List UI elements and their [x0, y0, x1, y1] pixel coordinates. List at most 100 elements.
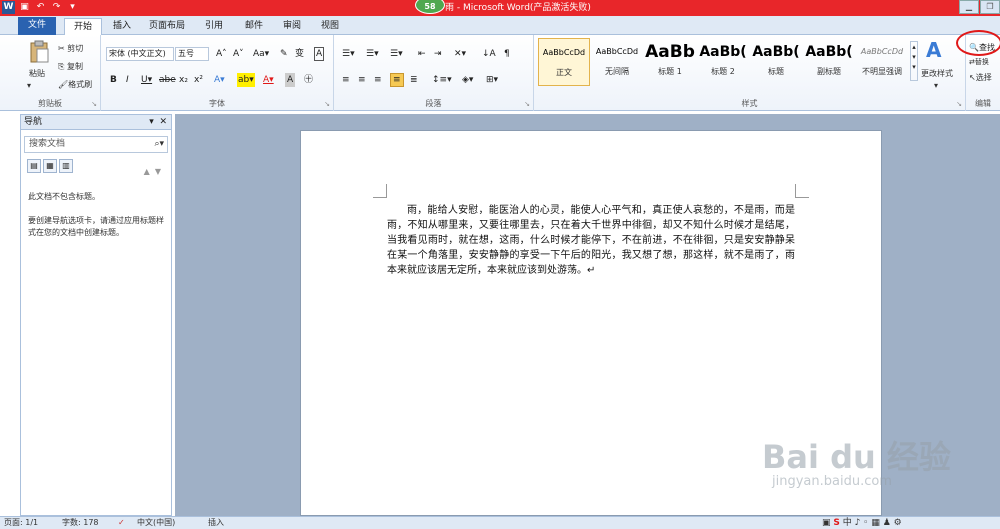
- line-spacing-icon[interactable]: ↕≡▾: [432, 73, 452, 87]
- style-name: 标题 1: [658, 67, 682, 76]
- align-center-icon[interactable]: ≡: [358, 73, 366, 87]
- align-left-icon[interactable]: ≡: [342, 73, 350, 87]
- tab-mailings[interactable]: 邮件: [240, 18, 268, 35]
- change-styles-button[interactable]: 更改样式: [921, 68, 953, 80]
- browse-results-tab-icon[interactable]: ▥: [59, 159, 73, 173]
- shading-icon[interactable]: ◈▾: [462, 73, 473, 87]
- next-heading-icon[interactable]: ▼: [155, 167, 161, 176]
- paste-button[interactable]: 粘贴: [29, 68, 45, 80]
- highlight-color-icon[interactable]: ab▾: [237, 73, 255, 87]
- bold-button[interactable]: B: [110, 73, 117, 87]
- numbering-icon[interactable]: ☰▾: [366, 47, 379, 61]
- multilevel-list-icon[interactable]: ☰▾: [390, 47, 403, 61]
- paste-icon[interactable]: [28, 40, 50, 64]
- tab-references[interactable]: 引用: [200, 18, 228, 35]
- italic-button[interactable]: I: [126, 73, 129, 87]
- show-marks-icon[interactable]: ¶: [504, 47, 510, 61]
- pane-options-icon[interactable]: ▾: [149, 117, 154, 127]
- distributed-icon[interactable]: ≣: [410, 73, 418, 87]
- cut-button[interactable]: ✂ 剪切: [58, 43, 83, 55]
- decrease-indent-icon[interactable]: ⇤: [418, 47, 426, 61]
- subscript-button[interactable]: x₂: [179, 73, 188, 87]
- save-icon[interactable]: ▣: [18, 1, 31, 14]
- proofing-icon[interactable]: ✓: [118, 517, 125, 529]
- phonetic-guide-icon[interactable]: 变: [295, 47, 304, 61]
- font-color-icon[interactable]: A▾: [263, 73, 274, 87]
- style-subtitle[interactable]: AaBb( 副标题: [803, 38, 855, 86]
- ime-toolbar[interactable]: ▣ S 中 ♪ ◦ ▦ ♟ ⚙: [822, 517, 902, 529]
- enclose-characters-icon[interactable]: ㊉: [304, 73, 313, 87]
- find-highlight-annotation: [956, 30, 1000, 56]
- select-button[interactable]: ↖选择: [969, 72, 992, 84]
- change-case-icon[interactable]: Aa▾: [253, 47, 269, 61]
- style-heading-2[interactable]: AaBb( 标题 2: [697, 38, 749, 86]
- font-name-select[interactable]: 宋体 (中文正文): [106, 47, 174, 61]
- change-styles-icon[interactable]: A: [926, 39, 941, 61]
- undo-icon[interactable]: ↶: [34, 1, 47, 14]
- style-name: 副标题: [817, 67, 841, 76]
- underline-button[interactable]: U▾: [141, 73, 152, 87]
- style-heading-1[interactable]: AaBb 标题 1: [644, 38, 696, 86]
- insert-mode[interactable]: 插入: [208, 517, 224, 529]
- character-border-icon[interactable]: A: [314, 47, 325, 61]
- clear-formatting-icon[interactable]: ✎: [280, 47, 288, 61]
- strikethrough-button[interactable]: abe: [159, 73, 176, 87]
- format-painter-button[interactable]: 🖌格式刷: [58, 79, 92, 91]
- search-icon[interactable]: ⌕▾: [154, 137, 164, 152]
- font-launcher-icon[interactable]: ↘: [324, 98, 330, 110]
- window-title: 雨 - Microsoft Word(产品激活失败): [445, 3, 591, 13]
- replace-button[interactable]: ⇄替换: [969, 56, 989, 68]
- customize-qat-icon[interactable]: ▾: [66, 1, 79, 14]
- tab-view[interactable]: 视图: [316, 18, 344, 35]
- align-right-icon[interactable]: ≡: [374, 73, 382, 87]
- text-effects-icon[interactable]: A▾: [214, 73, 225, 87]
- increase-indent-icon[interactable]: ⇥: [434, 47, 442, 61]
- character-shading-icon[interactable]: A: [285, 73, 296, 87]
- superscript-button[interactable]: x²: [194, 73, 203, 87]
- browse-pages-tab-icon[interactable]: ▦: [43, 159, 57, 173]
- style-subtle-emphasis[interactable]: AaBbCcDd 不明显强调: [856, 38, 908, 86]
- styles-group: AaBbCcDd 正文 AaBbCcDd 无间隔 AaBb 标题 1 AaBb(…: [534, 35, 966, 111]
- grow-font-icon[interactable]: A˄: [216, 47, 227, 61]
- word-app-icon[interactable]: W: [2, 1, 15, 14]
- paste-dropdown-icon[interactable]: ▾: [27, 80, 31, 92]
- tab-page-layout[interactable]: 页面布局: [146, 18, 188, 35]
- search-document-input[interactable]: 搜索文档 ⌕▾: [24, 136, 168, 153]
- tab-review[interactable]: 审阅: [278, 18, 306, 35]
- style-no-spacing[interactable]: AaBbCcDd 无间隔: [591, 38, 643, 86]
- watermark-main: Bai du 经验: [762, 438, 951, 476]
- language-indicator[interactable]: 中文(中国): [137, 517, 175, 529]
- maximize-button[interactable]: ❐: [980, 0, 1000, 14]
- browse-headings-tab-icon[interactable]: ▤: [27, 159, 41, 173]
- copy-button[interactable]: ⎘ 复制: [58, 61, 83, 73]
- style-preview: AaBbCcDd: [595, 47, 639, 56]
- tab-home[interactable]: 开始: [64, 18, 102, 35]
- style-normal[interactable]: AaBbCcDd 正文: [538, 38, 590, 86]
- minimize-button[interactable]: ▁: [959, 0, 979, 14]
- word-count[interactable]: 字数: 178: [62, 517, 99, 529]
- page-count[interactable]: 页面: 1/1: [4, 517, 38, 529]
- sort-icon[interactable]: ↓A: [482, 47, 496, 61]
- style-preview: AaBb(: [805, 44, 853, 60]
- tab-file[interactable]: 文件: [18, 17, 56, 35]
- styles-scroll-icon[interactable]: ▴ ▾ ▾: [910, 41, 918, 81]
- styles-launcher-icon[interactable]: ↘: [956, 98, 962, 110]
- borders-icon[interactable]: ⊞▾: [486, 73, 498, 87]
- style-preview: AaBbCcDd: [860, 47, 904, 56]
- style-title[interactable]: AaBb( 标题: [750, 38, 802, 86]
- paragraph-group: ☰▾ ☰▾ ☰▾ ⇤ ⇥ ✕▾ ↓A ¶ ≡ ≡ ≡ ≡ ≣ ↕≡▾ ◈▾ ⊞▾…: [334, 35, 534, 111]
- change-styles-dropdown-icon[interactable]: ▾: [934, 80, 938, 92]
- shrink-font-icon[interactable]: A˅: [233, 47, 244, 61]
- justify-icon[interactable]: ≡: [390, 73, 404, 87]
- close-icon[interactable]: ✕: [159, 117, 167, 127]
- document-body-text[interactable]: 雨，能给人安慰，能医治人的心灵，能使人心平气和，真正使人哀愁的，不是雨，而是雨，…: [387, 203, 795, 278]
- clipboard-launcher-icon[interactable]: ↘: [91, 98, 97, 110]
- status-bar: 页面: 1/1 字数: 178 ✓ 中文(中国) 插入 ▣ S 中 ♪ ◦ ▦ …: [0, 516, 1000, 529]
- font-size-select[interactable]: 五号: [175, 47, 209, 61]
- redo-icon[interactable]: ↷: [50, 1, 63, 14]
- previous-heading-icon[interactable]: ▲: [144, 167, 150, 176]
- bullets-icon[interactable]: ☰▾: [342, 47, 355, 61]
- paragraph-launcher-icon[interactable]: ↘: [524, 98, 530, 110]
- tab-insert[interactable]: 插入: [108, 18, 136, 35]
- chinese-layout-icon[interactable]: ✕▾: [454, 47, 466, 61]
